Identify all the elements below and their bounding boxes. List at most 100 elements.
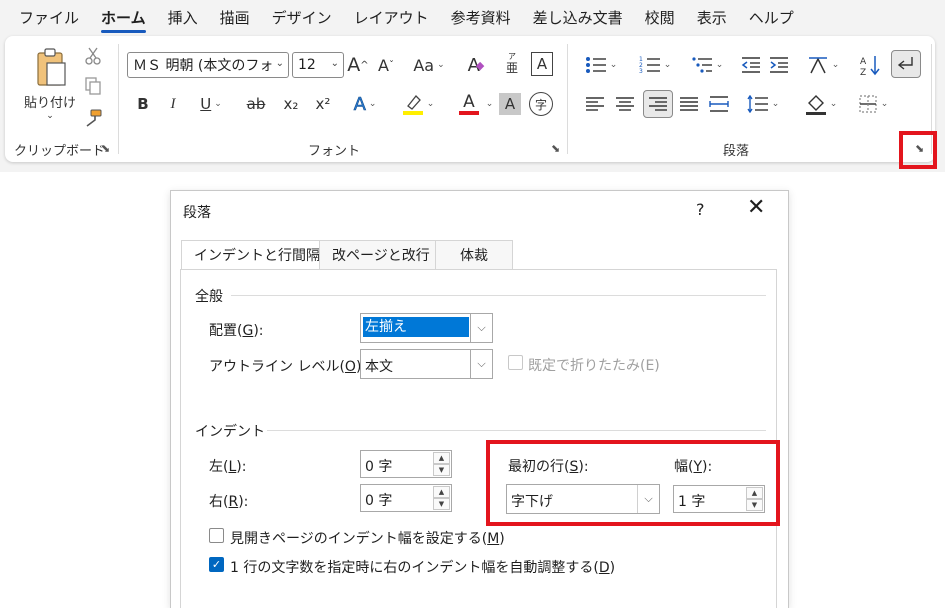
- line-spacing-button[interactable]: ⌄: [741, 92, 785, 116]
- help-button[interactable]: ?: [696, 200, 705, 219]
- alignment-label-text: 配置(: [209, 323, 243, 339]
- tab-indents-spacing[interactable]: インデントと行間隔: [181, 240, 333, 272]
- chevron-down-icon: ⌄: [880, 99, 889, 109]
- strikethrough-button[interactable]: ab: [243, 92, 269, 116]
- align-right-icon[interactable]: [643, 90, 673, 118]
- italic-button[interactable]: I: [163, 92, 183, 116]
- copy-icon[interactable]: [81, 74, 105, 98]
- right-indent-spinner[interactable]: 0 字 ▲ ▼: [360, 484, 452, 512]
- ribbon: 貼り付け ⌄ クリップボード ⬊ ＭＳ 明朝 (本文のフォ ⌄ 12 ⌄ A ^ …: [5, 36, 935, 162]
- justify-icon[interactable]: [677, 92, 701, 116]
- phonetic-guide-button[interactable]: ア 亜: [499, 48, 525, 78]
- right-label-suffix: ):: [238, 494, 249, 510]
- auto-adjust-accesskey: D: [598, 560, 610, 576]
- spin-up-icon[interactable]: ▲: [433, 486, 450, 498]
- format-painter-icon[interactable]: [81, 106, 105, 130]
- text-effects-button[interactable]: A ⌄: [345, 92, 385, 116]
- enclose-characters-button[interactable]: 字: [529, 92, 553, 116]
- collapsed-by-default-checkbox[interactable]: [508, 355, 523, 370]
- font-name-combo[interactable]: ＭＳ 明朝 (本文のフォ ⌄: [127, 52, 289, 78]
- clipboard-launcher-icon[interactable]: ⬊: [101, 143, 113, 155]
- chevron-down-icon: ⌄: [609, 60, 618, 70]
- paste-label[interactable]: 貼り付け: [15, 91, 85, 111]
- underline-button[interactable]: U ⌄: [193, 92, 229, 116]
- bullets-icon: [585, 57, 606, 73]
- grow-font-button[interactable]: A ^: [347, 52, 369, 78]
- clipboard-icon: [37, 48, 66, 86]
- spin-down-icon[interactable]: ▼: [433, 464, 450, 476]
- font-group-label: フォント: [308, 144, 361, 159]
- shrink-font-button[interactable]: Aˇ: [375, 52, 397, 78]
- spin-up-icon[interactable]: ▲: [433, 452, 450, 464]
- font-color-swatch: [459, 111, 479, 115]
- font-launcher-icon[interactable]: ⬊: [551, 143, 563, 155]
- outline-level-label: アウトライン レベル(O):: [209, 356, 366, 376]
- cut-icon[interactable]: [81, 44, 105, 68]
- tab-home[interactable]: ホーム: [90, 0, 157, 36]
- increase-indent-icon[interactable]: [767, 52, 791, 78]
- tab-review[interactable]: 校閲: [634, 0, 686, 36]
- line-spacing-icon: [747, 95, 768, 113]
- dialog-title: 段落: [183, 205, 211, 221]
- character-shading-button[interactable]: A: [499, 93, 521, 115]
- multilevel-list-button[interactable]: ⌄: [685, 52, 729, 78]
- outline-level-select[interactable]: 本文 ⌵: [360, 349, 493, 379]
- tab-line-page-breaks[interactable]: 改ページと改行: [319, 240, 443, 270]
- right-accesskey: R: [228, 494, 239, 510]
- clear-formatting-button[interactable]: A ◆: [463, 52, 489, 78]
- grow-font-letter: A: [347, 54, 361, 76]
- tab-layout[interactable]: レイアウト: [343, 0, 440, 36]
- left-indent-value: 0 字: [365, 459, 393, 475]
- paste-chevron-down-icon[interactable]: ⌄: [43, 110, 57, 122]
- subscript-button[interactable]: x₂: [279, 92, 303, 116]
- auto-adjust-indent-checkbox[interactable]: ✓: [209, 557, 224, 572]
- numbering-button[interactable]: 123 ⌄: [633, 52, 677, 78]
- bold-button[interactable]: B: [133, 92, 153, 116]
- align-center-icon[interactable]: [613, 92, 637, 116]
- bullets-button[interactable]: ⌄: [579, 52, 623, 78]
- font-size-value: 12: [298, 57, 316, 73]
- font-size-combo[interactable]: 12 ⌄: [292, 52, 344, 78]
- tab-insert[interactable]: 挿入: [157, 0, 209, 36]
- mirror-indents-checkbox[interactable]: [209, 528, 224, 543]
- distributed-icon[interactable]: [707, 92, 731, 116]
- numbering-icon: 123: [639, 56, 660, 74]
- tab-design[interactable]: デザイン: [261, 0, 343, 36]
- caret-up-icon: ^: [360, 59, 369, 71]
- decrease-indent-icon[interactable]: [739, 52, 763, 78]
- tab-help[interactable]: ヘルプ: [738, 0, 805, 36]
- chevron-down-icon[interactable]: ⌵: [470, 314, 492, 342]
- section-divider: [231, 295, 766, 296]
- character-border-button[interactable]: A: [531, 52, 553, 76]
- tab-mailings[interactable]: 差し込み文書: [522, 0, 634, 36]
- alignment-select[interactable]: 左揃え ⌵: [360, 313, 493, 343]
- right-indent-label: 右(R):: [209, 491, 248, 511]
- tab-view[interactable]: 表示: [686, 0, 738, 36]
- chevron-down-icon[interactable]: ⌄: [276, 58, 284, 69]
- launcher-highlight-frame: [899, 131, 937, 169]
- tab-references[interactable]: 参考資料: [440, 0, 522, 36]
- show-formatting-marks-button[interactable]: [891, 50, 921, 78]
- spin-down-icon[interactable]: ▼: [433, 498, 450, 510]
- highlight-color-button[interactable]: ⌄: [397, 90, 439, 118]
- chevron-down-icon[interactable]: ⌵: [470, 350, 492, 378]
- tab-draw[interactable]: 描画: [209, 0, 261, 36]
- chevron-down-icon[interactable]: ⌄: [331, 58, 339, 69]
- text-direction-button[interactable]: ⌄: [801, 52, 845, 78]
- right-label-text: 右(: [209, 494, 229, 510]
- borders-button[interactable]: ⌄: [851, 90, 895, 118]
- font-color-chevron-down-icon[interactable]: ⌄: [483, 94, 494, 114]
- collapsed-by-default-label: 既定で折りたたみ(E): [528, 358, 660, 374]
- change-case-button[interactable]: Aa ⌄: [409, 52, 449, 78]
- align-left-icon[interactable]: [583, 92, 607, 116]
- left-indent-spinner[interactable]: 0 字 ▲ ▼: [360, 450, 452, 478]
- close-button[interactable]: ✕: [747, 197, 765, 219]
- paste-button[interactable]: [25, 44, 77, 92]
- superscript-button[interactable]: x²: [311, 92, 335, 116]
- tab-panel: 全般 配置(G): 左揃え ⌵ アウトライン レベル(O): 本文 ⌵ 既定で折…: [180, 269, 777, 608]
- shading-button[interactable]: ⌄: [799, 90, 843, 118]
- indent-section-title: インデント: [195, 424, 265, 440]
- tab-asian-typography[interactable]: 体裁: [435, 240, 513, 270]
- tab-file[interactable]: ファイル: [8, 0, 90, 36]
- sort-icon[interactable]: AZ: [857, 52, 883, 78]
